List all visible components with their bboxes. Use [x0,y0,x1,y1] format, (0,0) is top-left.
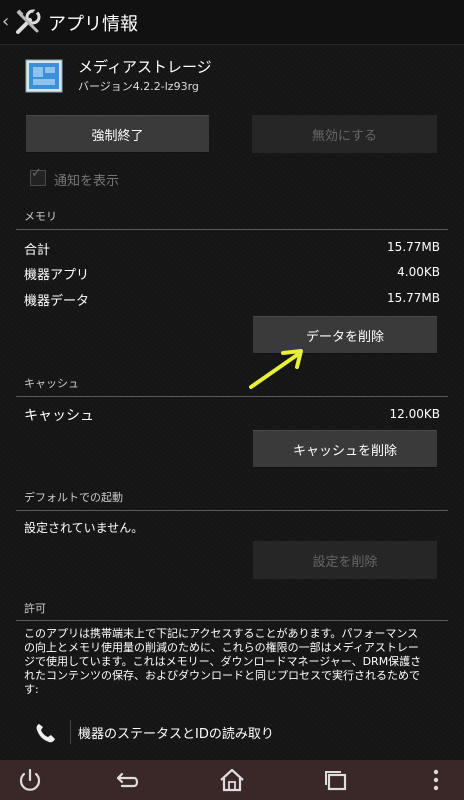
show-notifications-label: 通知を表示 [54,174,120,189]
memory-divider [16,229,448,230]
app-header: メディアストレージ バージョン4.2.2-lz93rg [24,54,444,98]
cache-label: キャッシュ [24,408,94,424]
permission-separator [70,720,71,744]
defaults-status-text: 設定されていません。 [24,521,144,535]
app-version: バージョン4.2.2-lz93rg [78,80,199,93]
permissions-desc-line: このアプリは携帯端末上で下記にアクセスすることがあります。パフォーマンス [24,627,419,640]
clear-defaults-button: 設定を削除 [253,541,437,579]
show-notifications-row: ✓ 通知を表示 [26,166,226,190]
permissions-desc-line: れたコンテンツの保存、およびダウンロードと同じプロセスで実行されるためで [24,669,420,682]
annotation-arrow-icon [249,349,303,389]
defaults-divider [16,510,448,511]
memory-data-label: 機器データ [24,294,90,309]
phone-icon [36,724,55,743]
back-icon[interactable] [110,766,142,794]
app-name: メディアストレージ [78,58,212,76]
permissions-desc-line: の向上とメモリ使用量の削減のために、これらの権限の一部はメディアストレー [24,641,419,654]
memory-data-value: 15.77MB [387,291,440,305]
navigation-bar [0,760,464,800]
clear-cache-button[interactable]: キャッシュを削除 [253,430,437,468]
page-title: アプリ情報 [48,14,138,35]
menu-icon[interactable] [420,766,452,794]
memory-app-value: 4.00KB [397,265,440,279]
cache-divider [16,396,448,397]
force-stop-button[interactable]: 強制終了 [26,115,209,153]
action-bar: ‹ アプリ情報 [0,0,464,45]
media-storage-icon [25,59,63,93]
memory-section-header: メモリ [24,210,57,223]
checkmark-icon: ✓ [31,166,42,181]
back-caret-icon[interactable]: ‹ [2,11,14,33]
defaults-section-header: デフォルトでの起動 [24,491,123,504]
cache-value: 12.00KB [389,407,440,421]
memory-total-label: 合計 [24,243,51,258]
permission-item-label: 機器のステータスとIDの読み取り [78,727,274,742]
memory-total-value: 15.77MB [387,240,440,254]
permissions-section-header: 許可 [24,602,46,615]
recent-apps-icon[interactable] [320,766,352,794]
cache-section-header: キャッシュ [24,377,79,390]
permissions-divider [16,620,448,621]
power-icon[interactable] [14,766,46,794]
permissions-desc-line: す: [24,683,39,696]
permissions-description: このアプリは携帯端末上で下記にアクセスすることがあります。パフォーマンス の向上… [24,627,442,697]
disable-button: 無効にする [252,115,437,153]
home-icon[interactable] [216,766,248,794]
permission-item[interactable]: 機器のステータスとIDの読み取り [24,714,444,748]
memory-app-label: 機器アプリ [24,268,90,283]
permissions-desc-line: ジで使用しています。これはメモリー、ダウンロードマネージャー、DRM保護さ [24,655,422,668]
tools-icon[interactable] [14,8,42,36]
